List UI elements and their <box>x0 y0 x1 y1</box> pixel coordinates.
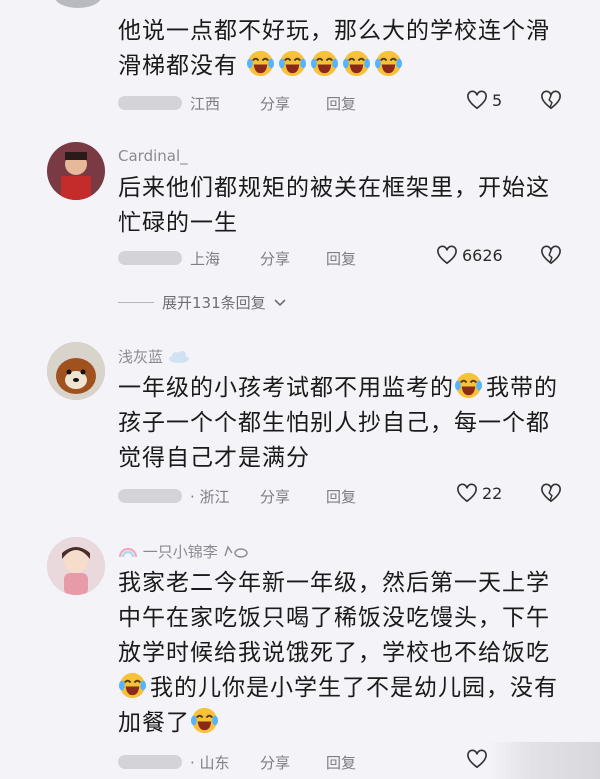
region-label: 江西 <box>190 95 221 113</box>
watermark-overlay <box>488 742 600 779</box>
comment-meta: 上海 分享 回复 6626 <box>118 245 578 271</box>
comment-line-text: 我带的 <box>486 375 558 401</box>
like-count: 6626 <box>462 245 503 265</box>
dislike-button[interactable] <box>540 90 562 114</box>
avatar[interactable] <box>47 342 105 400</box>
comment-line: 孩子一个个都生怕别人抄自己，每一个都 <box>118 410 550 436</box>
username-text: 浅灰蓝 <box>118 348 164 366</box>
comment-line-text: 一年级的小孩考试都不用监考的 <box>118 375 454 401</box>
laughing-emoji-icon <box>278 49 307 78</box>
avatar[interactable] <box>55 0 101 8</box>
comment-text: 后来他们都规矩的被关在框架里，开始这 忙碌的一生 <box>118 171 558 241</box>
like-button[interactable]: 5 <box>466 90 502 110</box>
laughing-emoji-icon <box>342 49 371 78</box>
region-label: · 山东 <box>190 754 230 772</box>
timestamp-blurred <box>118 755 182 769</box>
chevron-down-icon <box>274 298 286 306</box>
username[interactable]: 一只小锦李 <box>118 541 249 562</box>
comment-meta: · 浙江 分享 回复 22 <box>118 483 578 509</box>
username[interactable]: Cardinal_ <box>118 147 188 165</box>
comment-line: 中午在家吃饭只喝了稀饭没吃馒头，下午 <box>118 605 550 631</box>
comment-line-text: 加餐了 <box>118 710 190 736</box>
dislike-button[interactable] <box>540 245 562 269</box>
comment-line-text: 滑梯都没有 <box>118 53 238 79</box>
expand-replies-button[interactable]: 展开131条回复 <box>118 292 286 313</box>
like-count: 22 <box>482 483 503 503</box>
comment-line: 他说一点都不好玩，那么大的学校连个滑 <box>118 18 550 44</box>
comment-text: 我家老二今年新一年级，然后第一天上学 中午在家吃饭只喝了稀饭没吃馒头，下午 放学… <box>118 566 558 741</box>
comment-line: 滑梯都没有 <box>118 49 558 84</box>
comment-line: 觉得自己才是满分 <box>118 445 310 471</box>
comment-line: 我家老二今年新一年级，然后第一天上学 <box>118 570 550 596</box>
reply-button[interactable]: 回复 <box>326 93 356 114</box>
timestamp-blurred <box>118 489 182 503</box>
dislike-button[interactable] <box>540 483 562 507</box>
like-button[interactable]: 6626 <box>436 245 503 265</box>
cloud-badge-icon <box>168 351 189 363</box>
username-text: 一只小锦李 <box>142 543 218 561</box>
comment-line: 后来他们都规矩的被关在框架里，开始这 <box>118 175 550 201</box>
broken-heart-icon <box>541 90 561 110</box>
heart-outline-icon <box>437 245 457 265</box>
laughing-emoji-icon <box>118 671 147 700</box>
heart-outline-icon <box>457 483 477 503</box>
reply-button[interactable]: 回复 <box>326 248 356 269</box>
comment-line: 忙碌的一生 <box>118 210 238 236</box>
timestamp-blurred <box>118 96 182 110</box>
share-button[interactable]: 分享 <box>260 248 290 269</box>
laughing-emoji-icon <box>190 706 219 735</box>
comment-line: 放学时候给我说饿死了，学校也不给饭吃 <box>118 640 550 666</box>
reply-button[interactable]: 回复 <box>326 486 356 507</box>
cat-ears-icon <box>223 545 248 558</box>
like-count: 5 <box>492 90 503 110</box>
rainbow-badge-icon <box>118 547 138 558</box>
laughing-emoji-icon <box>246 49 275 78</box>
laughing-emoji-icon <box>454 371 483 400</box>
comment-text: 他说一点都不好玩，那么大的学校连个滑 滑梯都没有 <box>118 14 558 84</box>
username[interactable]: 浅灰蓝 <box>118 346 190 367</box>
divider <box>118 302 154 303</box>
comment-line: 加餐了 <box>118 706 558 741</box>
reply-button[interactable]: 回复 <box>326 752 356 773</box>
avatar[interactable] <box>47 537 105 595</box>
broken-heart-icon <box>541 483 561 503</box>
heart-outline-icon <box>467 90 487 110</box>
timestamp-blurred <box>118 251 182 265</box>
region-label: 上海 <box>190 250 221 268</box>
like-button[interactable]: 22 <box>456 483 502 503</box>
avatar[interactable] <box>47 142 105 200</box>
comment-meta: 江西 分享 回复 5 <box>118 90 578 116</box>
comment-line-text: 我的儿你是小学生了不是幼儿园，没有 <box>150 675 558 701</box>
comment-line: 我的儿你是小学生了不是幼儿园，没有 <box>118 671 558 706</box>
heart-outline-icon <box>467 749 487 769</box>
expand-replies-label: 展开131条回复 <box>162 294 266 312</box>
share-button[interactable]: 分享 <box>260 93 290 114</box>
share-button[interactable]: 分享 <box>260 486 290 507</box>
share-button[interactable]: 分享 <box>260 752 290 773</box>
broken-heart-icon <box>541 245 561 265</box>
laughing-emoji-icon <box>310 49 339 78</box>
comment-line: 一年级的小孩考试都不用监考的 我带的 <box>118 371 558 406</box>
laughing-emoji-icon <box>374 49 403 78</box>
region-label: · 浙江 <box>190 488 230 506</box>
comment-text: 一年级的小孩考试都不用监考的 我带的 孩子一个个都生怕别人抄自己，每一个都 觉得自… <box>118 371 558 476</box>
